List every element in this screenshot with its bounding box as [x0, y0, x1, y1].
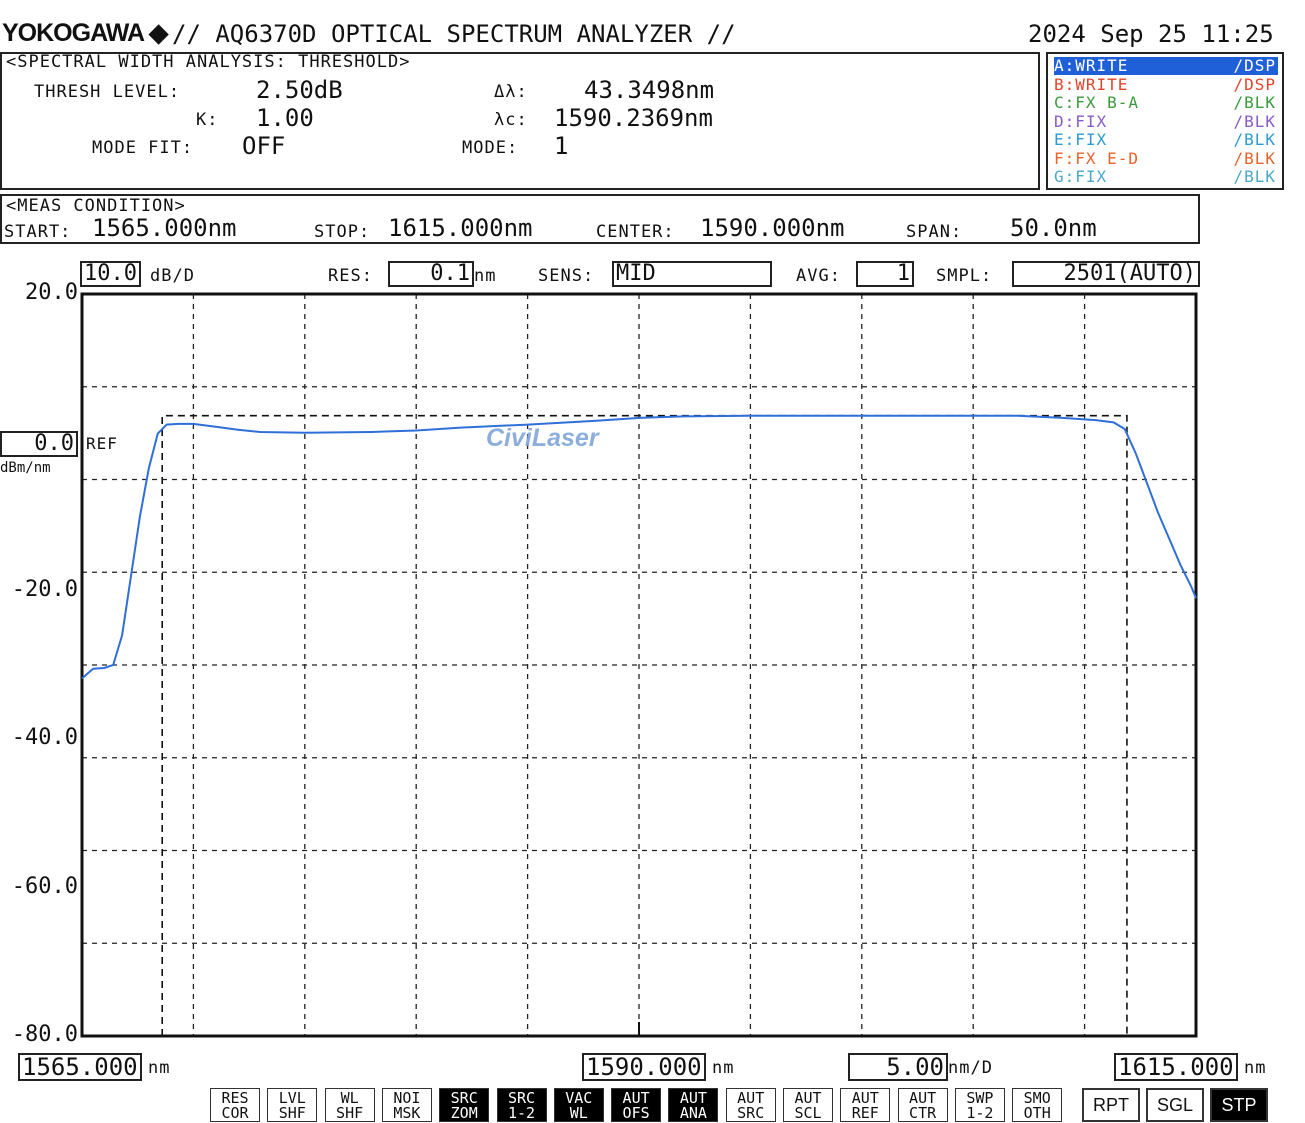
softkey-line2: SCL: [794, 1104, 822, 1122]
softkey-line2: REF: [851, 1104, 879, 1122]
softkey-line2: WL: [569, 1104, 588, 1122]
softkey-aut-src[interactable]: AUT SRC: [725, 1088, 776, 1122]
x-start-unit: nm: [148, 1058, 171, 1078]
spectrum-chart: [80, 292, 1198, 1038]
softkey-src-zom[interactable]: SRC ZOM: [439, 1088, 490, 1122]
softkey-line2: ANA: [679, 1104, 707, 1122]
x-start-box[interactable]: 1565.000: [18, 1053, 142, 1081]
softkey-aut-ctr[interactable]: AUT CTR: [897, 1088, 948, 1122]
softkey-line2: CTR: [909, 1104, 937, 1122]
softkey-line2: OTH: [1023, 1104, 1051, 1122]
softkey-src-1-2[interactable]: SRC 1-2: [496, 1088, 547, 1122]
x-span-div-box[interactable]: 5.00: [848, 1053, 948, 1081]
softkey-line2: SHF: [336, 1104, 364, 1122]
softkey-swp-1-2[interactable]: SWP 1-2: [954, 1088, 1005, 1122]
softkey-aut-ref[interactable]: AUT REF: [840, 1088, 891, 1122]
x-center-value: 1590.000: [586, 1053, 702, 1081]
softkey-line2: 1-2: [507, 1104, 536, 1122]
softkey-line2: SHF: [278, 1104, 306, 1122]
softkey-smo-oth[interactable]: SMO OTH: [1012, 1088, 1063, 1122]
x-stop-box[interactable]: 1615.000: [1114, 1053, 1238, 1081]
softkey-wl-shf[interactable]: WL SHF: [324, 1088, 375, 1122]
softkey-noi-msk[interactable]: NOI MSK: [381, 1088, 432, 1122]
x-stop-unit: nm: [1244, 1058, 1267, 1078]
x-center-box[interactable]: 1590.000: [582, 1053, 706, 1081]
x-span-div-unit: nm/D: [948, 1058, 993, 1078]
function-key-stp[interactable]: STP: [1210, 1088, 1268, 1122]
softkey-line2: 1-2: [966, 1104, 994, 1122]
softkey-aut-ana[interactable]: AUT ANA: [668, 1088, 719, 1122]
x-span-div-value: 5.00: [886, 1053, 944, 1081]
softkey-line2: SRC: [737, 1104, 765, 1122]
x-start-value: 1565.000: [22, 1053, 138, 1081]
function-key-rpt[interactable]: RPT: [1082, 1088, 1140, 1122]
watermark-text: CiviLaser: [486, 424, 599, 452]
function-key-sgl[interactable]: SGL: [1146, 1088, 1204, 1122]
x-center-unit: nm: [712, 1058, 735, 1078]
softkey-line2: MSK: [393, 1104, 421, 1122]
softkey-line2: ZOM: [450, 1104, 478, 1122]
softkey-res-cor[interactable]: RES COR: [210, 1088, 260, 1122]
softkey-line2: COR: [221, 1104, 249, 1122]
softkey-vac-wl[interactable]: VAC WL: [553, 1088, 604, 1122]
softkey-line2: OFS: [622, 1104, 650, 1122]
softkey-lvl-shf[interactable]: LVL SHF: [267, 1088, 318, 1122]
x-stop-value: 1615.000: [1118, 1053, 1234, 1081]
softkey-aut-ofs[interactable]: AUT OFS: [611, 1088, 662, 1122]
softkey-aut-scl[interactable]: AUT SCL: [783, 1088, 833, 1122]
